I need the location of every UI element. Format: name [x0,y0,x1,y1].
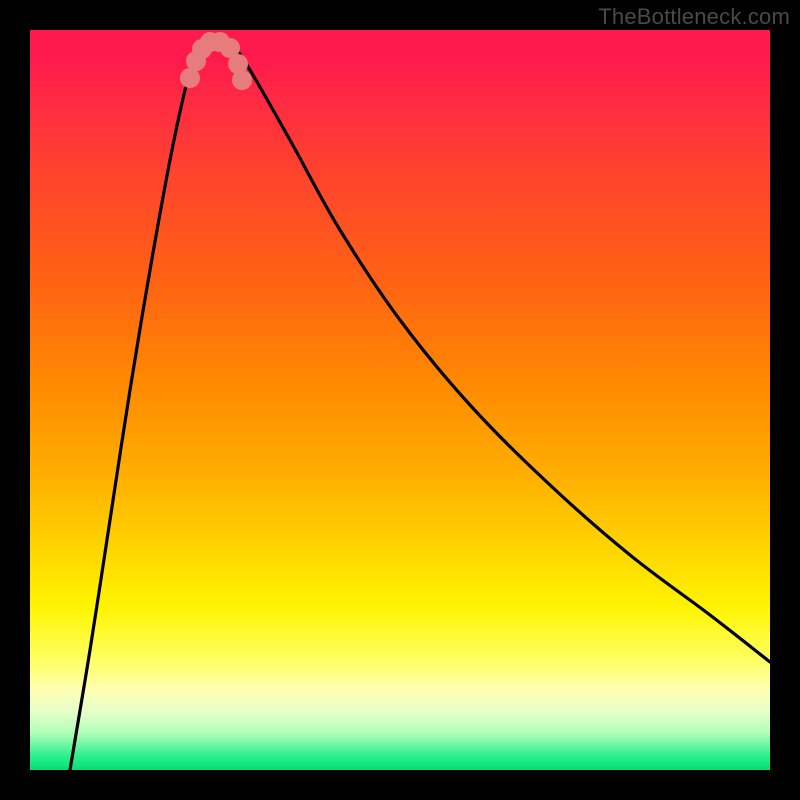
valley-marker [180,68,200,88]
valley-marker [232,70,252,90]
chart-frame [30,30,770,770]
valley-markers [180,32,252,90]
watermark-text: TheBottleneck.com [598,4,790,30]
curve-left-branch [70,40,206,770]
chart-svg [30,30,770,770]
curve-right-branch [230,40,770,662]
